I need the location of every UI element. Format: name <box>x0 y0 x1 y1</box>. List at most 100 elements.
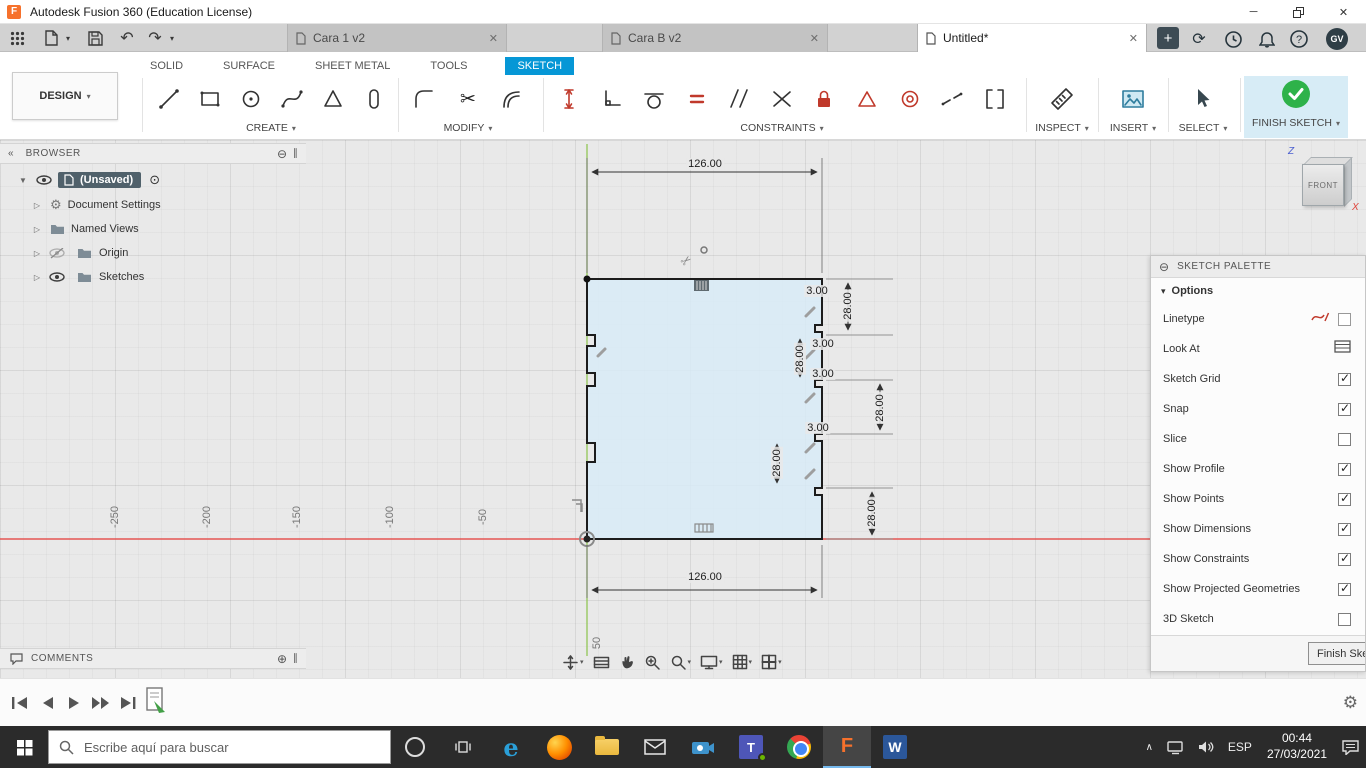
workspace-selector[interactable]: DESIGN ▾ <box>12 72 118 120</box>
help-icon[interactable]: ? <box>1288 28 1310 50</box>
select-group-label[interactable]: SELECT▾ <box>1172 120 1234 136</box>
offset-tool-icon[interactable] <box>495 82 529 116</box>
display-settings-icon[interactable]: ▾ <box>698 653 725 672</box>
modify-group-label[interactable]: MODIFY▾ <box>402 120 534 136</box>
taskbar-mail-button[interactable] <box>631 726 679 768</box>
dimension-label[interactable]: 28.00 <box>866 497 878 529</box>
dimension-label[interactable]: 28.00 <box>874 392 886 424</box>
rectangle-tool-icon[interactable] <box>193 82 227 116</box>
view-cube[interactable]: FRONT Z X <box>1280 146 1366 218</box>
job-status-clock-icon[interactable] <box>1222 28 1244 50</box>
finish-sketch-palette-button[interactable]: Finish Ske <box>1308 642 1366 665</box>
root-document-chip[interactable]: (Unsaved) <box>58 172 141 188</box>
sketch-dimension-icon[interactable] <box>552 82 586 116</box>
panel-plus-icon[interactable]: ⊕ <box>277 652 287 666</box>
panel-minus-icon[interactable]: ⊖ <box>277 147 287 161</box>
midpoint-constraint-icon[interactable] <box>850 82 884 116</box>
tab-solid[interactable]: SOLID <box>148 57 185 75</box>
browser-header[interactable]: « BROWSER ⊖ ∥ <box>0 143 306 164</box>
create-group-label[interactable]: CREATE▾ <box>148 120 394 136</box>
fix-lock-constraint-icon[interactable] <box>807 82 841 116</box>
show-dimensions-checkbox[interactable] <box>1338 523 1351 536</box>
spline-tool-icon[interactable] <box>275 82 309 116</box>
restore-button[interactable] <box>1276 0 1321 24</box>
circle-tool-icon[interactable] <box>234 82 268 116</box>
redo-caret-icon[interactable]: ▾ <box>163 29 181 47</box>
symmetry-constraint-icon[interactable] <box>765 82 799 116</box>
taskbar-file-explorer-button[interactable] <box>583 726 631 768</box>
undo-button[interactable]: ↶ <box>118 29 136 47</box>
collapse-panel-icon[interactable]: « <box>8 148 14 159</box>
expander-icon[interactable]: ▷ <box>30 201 44 210</box>
new-tab-button[interactable]: + <box>1157 27 1179 49</box>
sketch-profile[interactable] <box>587 279 822 539</box>
tab-close-icon[interactable]: ✕ <box>1129 32 1138 45</box>
linetype-box-icon[interactable] <box>1338 313 1351 326</box>
zoom-window-tool-icon[interactable]: ▾ <box>668 652 694 673</box>
trim-tool-icon[interactable]: ✂ <box>451 82 485 116</box>
view-cube-side-face[interactable] <box>1344 157 1352 207</box>
view-cube-front-face[interactable]: FRONT <box>1302 164 1344 206</box>
save-button[interactable] <box>86 29 104 47</box>
visibility-eye-icon[interactable] <box>49 272 65 282</box>
finish-sketch-button[interactable]: FINISH SKETCH▾ <box>1244 76 1348 138</box>
timeline-sketch-marker[interactable] <box>146 687 168 720</box>
tangent-constraint-icon[interactable] <box>637 82 671 116</box>
close-button[interactable]: ✕ <box>1321 0 1366 24</box>
timeline-play-button[interactable] <box>62 691 86 715</box>
parallel-constraint-icon[interactable] <box>722 82 756 116</box>
task-view-button[interactable] <box>439 726 487 768</box>
insert-image-icon[interactable] <box>1116 82 1150 116</box>
panel-grip-icon[interactable]: ∥ <box>293 148 298 159</box>
panel-minus-icon[interactable]: ⊖ <box>1159 260 1169 274</box>
3d-sketch-checkbox[interactable] <box>1338 613 1351 626</box>
file-menu-caret-icon[interactable]: ▾ <box>59 29 77 47</box>
taskbar-chrome-button[interactable] <box>775 726 823 768</box>
dimension-label[interactable]: 3.00 <box>804 285 829 297</box>
comments-bar[interactable]: COMMENTS ⊕ ∥ <box>0 648 306 669</box>
expander-open-icon[interactable]: ▼ <box>16 176 30 185</box>
sync-status-icon[interactable]: ⟳ <box>1188 28 1210 50</box>
browser-item-sketches[interactable]: ▷ Sketches <box>30 266 144 288</box>
show-constraints-checkbox[interactable] <box>1338 553 1351 566</box>
browser-item-named-views[interactable]: ▷ Named Views <box>30 218 139 240</box>
viewports-icon[interactable]: ▾ <box>759 652 784 672</box>
tab-sketch[interactable]: SKETCH <box>505 57 574 75</box>
app-grid-menu-icon[interactable] <box>8 29 26 47</box>
timeline-step-back-button[interactable] <box>35 691 59 715</box>
browser-item-document-settings[interactable]: ▷ ⚙ Document Settings <box>30 194 161 216</box>
timeline-skip-end-button[interactable] <box>116 691 140 715</box>
look-at-icon[interactable] <box>1334 340 1351 358</box>
show-projected-geometries-checkbox[interactable] <box>1338 583 1351 596</box>
grid-snap-settings-icon[interactable]: ▾ <box>730 652 755 672</box>
dimension-label[interactable]: 126.00 <box>686 158 724 170</box>
collinear-constraint-icon[interactable] <box>935 82 969 116</box>
timeline-settings-gear-icon[interactable]: ⚙ <box>1343 693 1358 713</box>
search-input[interactable]: Escribe aquí para buscar <box>48 730 391 764</box>
document-tab-cara-b[interactable]: Cara B v2 ✕ <box>602 24 828 52</box>
activate-target-icon[interactable]: ⊙ <box>149 172 160 188</box>
document-tab-untitled[interactable]: Untitled* ✕ <box>917 24 1147 52</box>
expander-icon[interactable]: ▷ <box>30 273 44 282</box>
browser-item-origin[interactable]: ▷ Origin <box>30 242 128 264</box>
dimension-label[interactable]: 3.00 <box>810 368 835 380</box>
tab-surface[interactable]: SURFACE <box>221 57 277 75</box>
inspect-group-label[interactable]: INSPECT▾ <box>1030 120 1094 136</box>
fillet-tool-icon[interactable] <box>407 82 441 116</box>
linetype-construction-icon[interactable] <box>1310 310 1330 329</box>
snap-checkbox[interactable] <box>1338 403 1351 416</box>
tray-notification-icon[interactable] <box>1335 726 1366 768</box>
dimension-label[interactable]: 28.00 <box>842 290 854 322</box>
slot-tool-icon[interactable] <box>357 82 391 116</box>
dimension-label[interactable]: 28.00 <box>794 343 806 375</box>
tray-network-icon[interactable] <box>1160 726 1191 768</box>
taskbar-word-button[interactable]: W <box>871 726 919 768</box>
dimension-label[interactable]: 3.00 <box>810 338 835 350</box>
sketch-palette-header[interactable]: ⊖ SKETCH PALETTE <box>1151 256 1365 278</box>
sketch-grid-checkbox[interactable] <box>1338 373 1351 386</box>
timeline-step-forward-button[interactable] <box>89 691 113 715</box>
polygon-tool-icon[interactable] <box>316 82 350 116</box>
expander-icon[interactable]: ▷ <box>30 225 44 234</box>
redo-button[interactable]: ↷ <box>146 29 164 47</box>
pan-tool-icon[interactable] <box>617 652 637 672</box>
